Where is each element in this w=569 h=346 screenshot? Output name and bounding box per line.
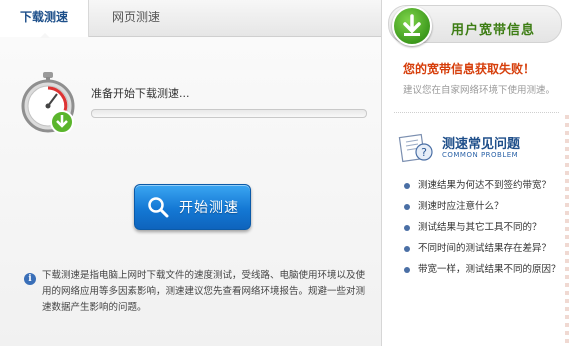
faq-link-label: 带宽一样，测试结果不同的原因？ <box>418 264 561 275</box>
status-text: 准备开始下载测速... <box>91 87 190 100</box>
error-hint: 建议您在自家网络环境下使用测速。 <box>403 85 556 96</box>
start-test-label: 开始测速 <box>179 200 239 216</box>
faq-link[interactable]: 带宽一样，测试结果不同的原因？ <box>404 262 561 283</box>
tab-bar: 下载测速 网页测速 <box>0 0 381 38</box>
decorative-strip <box>565 115 569 346</box>
faq-link-label: 测速时应注意什么？ <box>418 201 504 212</box>
faq-link-label: 不同时间的测试结果存在差异？ <box>418 243 552 254</box>
faq-link[interactable]: 测速时应注意什么？ <box>404 199 561 220</box>
sidebar: 用户宽带信息 您的宽带信息获取失败！ 建议您在自家网络环境下使用测速。 ? 测速… <box>382 0 569 346</box>
faq-list: 测速结果为何达不到签约带宽？ 测速时应注意什么？ 测试结果与其它工具不同的？ 不… <box>404 178 561 283</box>
bullet-icon <box>404 267 410 273</box>
faq-link[interactable]: 不同时间的测试结果存在差异？ <box>404 241 561 262</box>
stopwatch-icon <box>21 72 75 134</box>
divider <box>394 112 559 114</box>
info-icon: i <box>24 273 36 285</box>
start-test-button[interactable]: 开始测速 <box>134 184 251 230</box>
info-text: 下载测速是指电脑上网时下载文件的速度测试，受线路、电脑使用环境以及使用的网络应用… <box>42 270 366 313</box>
faq-subtitle: COMMON PROBLEM <box>442 151 519 159</box>
progress-bar <box>91 109 367 118</box>
faq-link-label: 测试结果与其它工具不同的？ <box>418 222 542 233</box>
faq-title: 测速常见问题 <box>442 137 521 152</box>
download-arrow-icon <box>392 6 432 46</box>
search-icon <box>148 197 169 218</box>
faq-icon: ? <box>398 133 433 163</box>
faq-link-label: 测速结果为何达不到签约带宽？ <box>418 180 552 191</box>
bullet-icon <box>404 204 410 210</box>
bullet-icon <box>404 183 410 189</box>
main-panel: 下载测速 网页测速 准备开始下载测速... 开始测速 i 下载测速是指电脑上网时… <box>0 0 382 346</box>
bullet-icon <box>404 246 410 252</box>
error-title: 您的宽带信息获取失败！ <box>403 62 536 76</box>
faq-link[interactable]: 测速结果为何达不到签约带宽？ <box>404 178 561 199</box>
svg-text:?: ? <box>421 146 427 159</box>
faq-link[interactable]: 测试结果与其它工具不同的？ <box>404 220 561 241</box>
tab-web-speed[interactable]: 网页测速 <box>96 0 176 36</box>
tab-download-speed[interactable]: 下载测速 <box>0 0 89 38</box>
bullet-icon <box>404 225 410 231</box>
user-info-title: 用户宽带信息 <box>451 23 536 38</box>
